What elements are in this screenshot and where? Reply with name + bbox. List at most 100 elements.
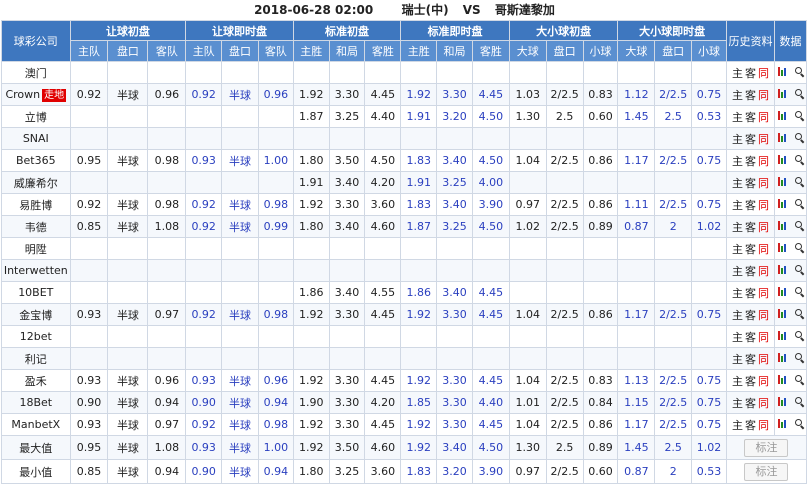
company-cell[interactable]: Crown 走地 <box>1 83 71 106</box>
bar-chart-icon[interactable] <box>778 352 788 362</box>
history-link-1[interactable]: 客 <box>745 199 756 212</box>
history-link-0[interactable]: 主 <box>732 353 743 366</box>
history-link-1[interactable]: 客 <box>745 133 756 146</box>
history-link-0[interactable]: 主 <box>732 397 743 410</box>
history-link-0[interactable]: 主 <box>732 243 743 256</box>
history-link-2[interactable]: 同 <box>758 111 769 124</box>
history-link-0[interactable]: 主 <box>732 89 743 102</box>
magnifier-icon[interactable] <box>795 133 803 141</box>
company-cell[interactable]: SNAI <box>1 127 71 150</box>
magnifier-icon[interactable] <box>795 177 803 185</box>
history-link-0[interactable]: 主 <box>732 155 743 168</box>
company-cell[interactable]: 韦德 <box>1 215 71 238</box>
company-cell[interactable]: 盈禾 <box>1 369 71 392</box>
history-link-0[interactable]: 主 <box>732 177 743 190</box>
history-link-2[interactable]: 同 <box>758 331 769 344</box>
bar-chart-icon[interactable] <box>778 154 788 164</box>
history-link-2[interactable]: 同 <box>758 243 769 256</box>
magnifier-icon[interactable] <box>795 397 803 405</box>
history-link-1[interactable]: 客 <box>745 67 756 80</box>
magnifier-icon[interactable] <box>795 155 803 163</box>
history-link-1[interactable]: 客 <box>745 309 756 322</box>
magnifier-icon[interactable] <box>795 353 803 361</box>
history-link-1[interactable]: 客 <box>745 397 756 410</box>
bar-chart-icon[interactable] <box>778 66 788 76</box>
history-link-1[interactable]: 客 <box>745 243 756 256</box>
bar-chart-icon[interactable] <box>778 110 788 120</box>
bar-chart-icon[interactable] <box>778 396 788 406</box>
note-button[interactable]: 标注 <box>744 438 789 457</box>
history-link-0[interactable]: 主 <box>732 67 743 80</box>
company-cell[interactable]: 利记 <box>1 347 71 370</box>
history-link-0[interactable]: 主 <box>732 221 743 234</box>
magnifier-icon[interactable] <box>795 111 803 119</box>
company-name[interactable]: 12bet <box>20 330 52 343</box>
company-name[interactable]: Bet365 <box>16 154 56 167</box>
company-name[interactable]: 立博 <box>25 111 47 124</box>
company-cell[interactable]: 明陞 <box>1 237 71 260</box>
history-link-0[interactable]: 主 <box>732 331 743 344</box>
history-link-0[interactable]: 主 <box>732 309 743 322</box>
history-link-2[interactable]: 同 <box>758 375 769 388</box>
company-name[interactable]: 利记 <box>25 353 47 366</box>
company-name[interactable]: ManbetX <box>11 418 60 431</box>
magnifier-icon[interactable] <box>795 419 803 427</box>
history-link-1[interactable]: 客 <box>745 419 756 432</box>
history-link-2[interactable]: 同 <box>758 89 769 102</box>
bar-chart-icon[interactable] <box>778 418 788 428</box>
history-link-1[interactable]: 客 <box>745 331 756 344</box>
history-link-1[interactable]: 客 <box>745 177 756 190</box>
bar-chart-icon[interactable] <box>778 176 788 186</box>
history-link-2[interactable]: 同 <box>758 397 769 410</box>
magnifier-icon[interactable] <box>795 199 803 207</box>
history-link-1[interactable]: 客 <box>745 111 756 124</box>
history-link-1[interactable]: 客 <box>745 221 756 234</box>
company-name[interactable]: SNAI <box>23 132 49 145</box>
history-link-0[interactable]: 主 <box>732 287 743 300</box>
bar-chart-icon[interactable] <box>778 242 788 252</box>
company-cell[interactable]: Interwetten <box>1 259 71 282</box>
history-link-0[interactable]: 主 <box>732 265 743 278</box>
company-cell[interactable]: 12bet <box>1 325 71 348</box>
history-link-1[interactable]: 客 <box>745 89 756 102</box>
company-name[interactable]: Crown <box>5 88 40 101</box>
history-link-2[interactable]: 同 <box>758 353 769 366</box>
history-link-2[interactable]: 同 <box>758 419 769 432</box>
bar-chart-icon[interactable] <box>778 88 788 98</box>
history-link-2[interactable]: 同 <box>758 287 769 300</box>
magnifier-icon[interactable] <box>795 89 803 97</box>
magnifier-icon[interactable] <box>795 67 803 75</box>
history-link-0[interactable]: 主 <box>732 419 743 432</box>
company-name[interactable]: 盈禾 <box>25 375 47 388</box>
note-button[interactable]: 标注 <box>744 462 789 481</box>
history-link-2[interactable]: 同 <box>758 155 769 168</box>
magnifier-icon[interactable] <box>795 243 803 251</box>
company-cell[interactable]: 澳门 <box>1 61 71 84</box>
history-link-2[interactable]: 同 <box>758 221 769 234</box>
company-name[interactable]: 10BET <box>18 286 53 299</box>
history-link-0[interactable]: 主 <box>732 199 743 212</box>
history-link-1[interactable]: 客 <box>745 265 756 278</box>
history-link-2[interactable]: 同 <box>758 177 769 190</box>
magnifier-icon[interactable] <box>795 287 803 295</box>
magnifier-icon[interactable] <box>795 375 803 383</box>
history-link-2[interactable]: 同 <box>758 67 769 80</box>
bar-chart-icon[interactable] <box>778 264 788 274</box>
history-link-2[interactable]: 同 <box>758 265 769 278</box>
company-cell[interactable]: 10BET <box>1 281 71 304</box>
bar-chart-icon[interactable] <box>778 308 788 318</box>
bar-chart-icon[interactable] <box>778 330 788 340</box>
company-name[interactable]: 易胜博 <box>19 199 52 212</box>
history-link-1[interactable]: 客 <box>745 353 756 366</box>
company-name[interactable]: 澳门 <box>25 67 47 80</box>
away-team[interactable]: 哥斯達黎加 <box>495 3 555 17</box>
history-link-1[interactable]: 客 <box>745 155 756 168</box>
company-name[interactable]: 明陞 <box>25 243 47 256</box>
history-link-0[interactable]: 主 <box>732 111 743 124</box>
history-link-2[interactable]: 同 <box>758 133 769 146</box>
magnifier-icon[interactable] <box>795 221 803 229</box>
company-cell[interactable]: ManbetX <box>1 413 71 436</box>
history-link-0[interactable]: 主 <box>732 133 743 146</box>
company-name[interactable]: 韦德 <box>25 221 47 234</box>
history-link-2[interactable]: 同 <box>758 199 769 212</box>
